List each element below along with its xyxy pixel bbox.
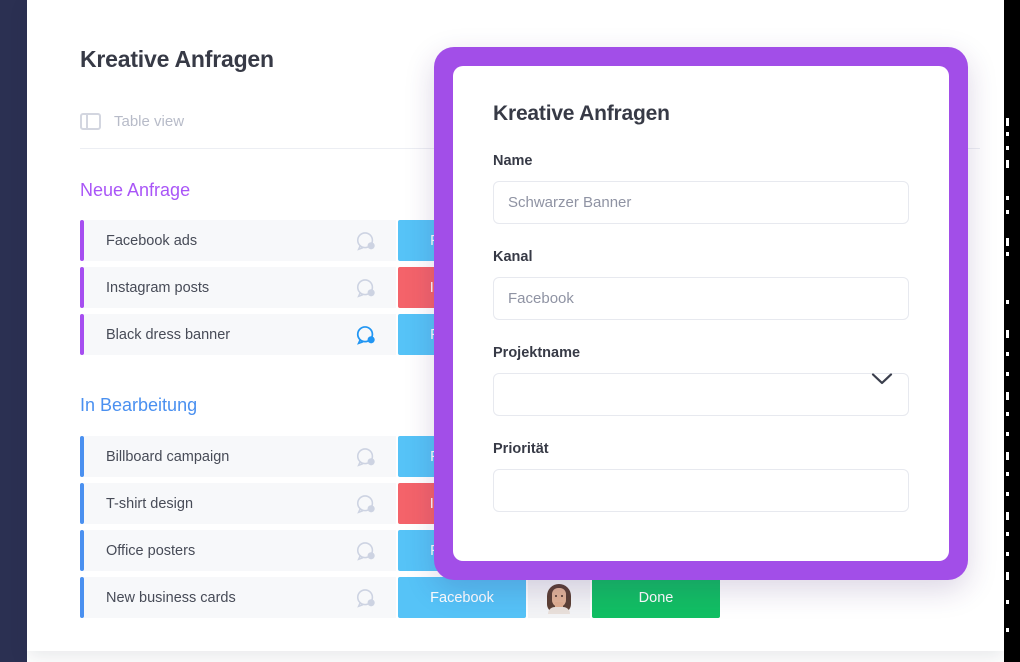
row-name: Black dress banner	[84, 314, 336, 355]
status-badge[interactable]: Done	[592, 577, 720, 618]
projektname-select[interactable]	[493, 372, 909, 416]
kanal-input-wrap[interactable]	[493, 277, 909, 320]
chat-bubble-icon[interactable]	[336, 530, 396, 571]
app-root: Kreative Anfragen Table view Neue Anfrag…	[0, 0, 1020, 662]
row-name: T-shirt design	[84, 483, 336, 524]
chat-bubble-icon[interactable]	[336, 577, 396, 618]
name-input-wrap[interactable]	[493, 181, 909, 224]
prioritaet-input[interactable]	[508, 482, 894, 499]
chat-bubble-icon[interactable]	[336, 436, 396, 477]
name-input[interactable]	[508, 194, 894, 211]
field-label: Priorität	[493, 441, 549, 457]
field-label: Name	[493, 153, 533, 169]
field-prioritaet: Priorität	[493, 441, 909, 512]
edit-request-dialog: Kreative Anfragen Name Kanal Projektname	[434, 47, 968, 580]
row-name: Facebook ads	[84, 220, 336, 261]
row-name: New business cards	[84, 577, 336, 618]
row-name: Office posters	[84, 530, 336, 571]
chat-bubble-icon[interactable]	[336, 267, 396, 308]
group-title-neue-anfrage: Neue Anfrage	[80, 180, 191, 200]
prioritaet-input-wrap[interactable]	[493, 469, 909, 512]
projektname-input[interactable]	[508, 386, 894, 403]
page-title: Kreative Anfragen	[80, 46, 274, 72]
dialog-title: Kreative Anfragen	[493, 102, 670, 125]
right-edge-strip	[1004, 0, 1020, 662]
table-row[interactable]: New business cards Facebook Done	[80, 577, 980, 618]
field-kanal: Kanal	[493, 249, 909, 320]
field-label: Kanal	[493, 249, 533, 265]
avatar[interactable]	[528, 577, 590, 618]
view-switcher[interactable]: Table view	[80, 113, 184, 130]
field-label: Projektname	[493, 345, 581, 361]
chat-bubble-icon[interactable]	[336, 314, 396, 355]
table-view-icon	[80, 113, 101, 130]
chat-bubble-icon[interactable]	[336, 220, 396, 261]
kanal-input[interactable]	[508, 290, 894, 307]
view-switcher-label: Table view	[114, 113, 185, 130]
left-nav-rail	[0, 0, 27, 662]
group-title-in-bearbeitung: In Bearbeitung	[80, 395, 198, 415]
row-name: Billboard campaign	[84, 436, 336, 477]
row-name: Instagram posts	[84, 267, 336, 308]
field-projektname: Projektname	[493, 345, 909, 416]
field-name: Name	[493, 153, 909, 224]
chat-bubble-icon[interactable]	[336, 483, 396, 524]
row-tag[interactable]: Facebook	[398, 577, 526, 618]
